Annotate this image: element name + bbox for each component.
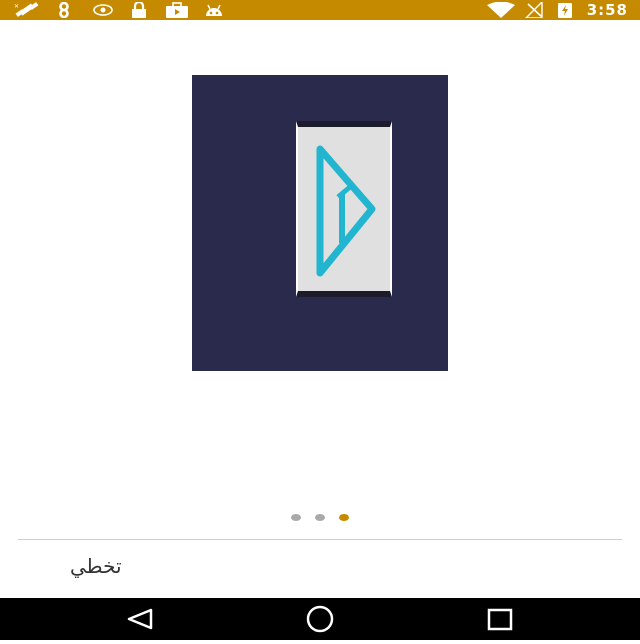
app-logo-icon bbox=[316, 145, 376, 277]
logo-card bbox=[296, 121, 392, 297]
status-time: 3:58 bbox=[586, 1, 628, 19]
page-dot bbox=[315, 514, 325, 521]
home-icon bbox=[306, 605, 334, 633]
battery-charging-icon bbox=[558, 3, 572, 18]
eight-icon bbox=[59, 2, 69, 18]
navigation-bar bbox=[0, 598, 640, 640]
no-signal-icon bbox=[525, 2, 543, 18]
wifi-icon bbox=[487, 2, 515, 18]
status-bar: ✕ 3:58 bbox=[0, 0, 640, 20]
skip-button[interactable]: تخطي bbox=[70, 554, 122, 578]
satellite-icon: ✕ bbox=[14, 2, 39, 17]
lock-icon bbox=[132, 2, 146, 18]
home-button[interactable] bbox=[280, 598, 360, 640]
back-icon bbox=[127, 608, 153, 630]
page-dot bbox=[291, 514, 301, 521]
page-dot-active bbox=[339, 514, 349, 521]
play-store-icon bbox=[166, 2, 188, 18]
intro-screen: تصفح المنتج تخطي bbox=[0, 20, 640, 598]
recents-icon bbox=[487, 608, 513, 631]
back-button[interactable] bbox=[100, 598, 180, 640]
eye-icon bbox=[93, 4, 113, 16]
page-indicator bbox=[0, 506, 640, 525]
splash-overlay bbox=[192, 75, 448, 371]
android-icon bbox=[206, 4, 222, 16]
svg-text:✕: ✕ bbox=[14, 3, 19, 10]
footer-divider bbox=[18, 539, 622, 540]
recents-button[interactable] bbox=[460, 598, 540, 640]
